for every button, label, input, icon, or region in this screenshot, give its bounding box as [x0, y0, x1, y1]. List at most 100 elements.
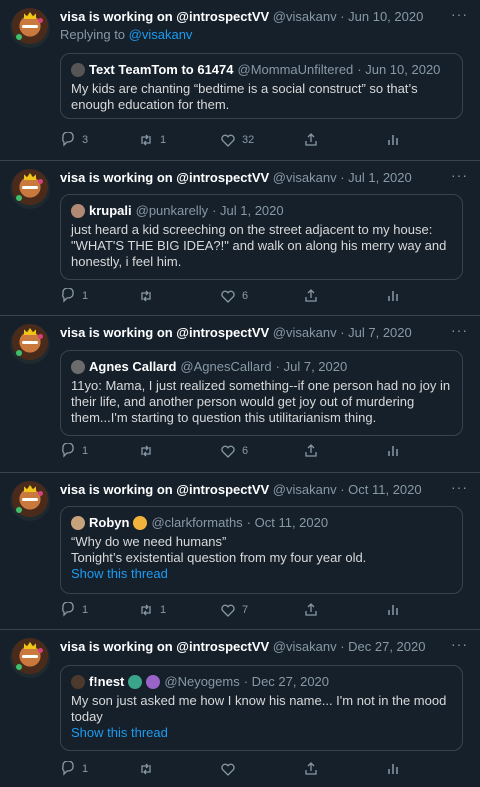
reply-button[interactable]: 1 [60, 602, 88, 618]
retweet-icon [141, 604, 151, 616]
like-count: 7 [242, 604, 249, 616]
reply-count: 1 [82, 763, 89, 775]
quoted-author-handle: @AgnesCallard [180, 359, 272, 374]
author-handle[interactable]: @visakanv [273, 9, 337, 24]
tweet-date[interactable]: · Jun 10, 2020 [340, 9, 423, 24]
like-button[interactable]: 7 [220, 602, 248, 618]
author-handle[interactable]: @visakanv [273, 639, 337, 654]
share-button[interactable] [303, 443, 319, 459]
quoted-author-name: Text TeamTom to 61474 [89, 62, 234, 77]
quoted-tweet-header: Text TeamTom to 61474 @MommaUnfiltered ·… [71, 62, 452, 77]
show-thread-link[interactable]: Show this thread [71, 725, 452, 741]
quoted-tweet[interactable]: f!nest @Neyogems · Dec 27, 2020 My son j… [60, 665, 463, 751]
quoted-text: “Why do we need humans” Tonight’s existe… [71, 534, 367, 565]
avatar[interactable] [10, 8, 50, 48]
retweet-button[interactable]: 1 [138, 132, 166, 148]
reply-count: 1 [82, 290, 89, 302]
retweet-icon [141, 445, 151, 457]
analytics-button[interactable] [385, 443, 401, 459]
reply-button[interactable]: 1 [60, 443, 88, 459]
tweet-date[interactable]: · Jul 7, 2020 [340, 325, 412, 340]
reply-button[interactable]: 3 [60, 132, 88, 148]
retweet-icon [141, 134, 151, 146]
avatar[interactable] [10, 169, 50, 209]
analytics-button[interactable] [385, 602, 401, 618]
more-icon[interactable]: ··· [451, 167, 468, 183]
reply-button[interactable]: 1 [60, 288, 88, 304]
author-name[interactable]: visa is working on @introspectVV [60, 9, 269, 24]
more-icon[interactable]: ··· [451, 636, 468, 652]
reply-icon [62, 132, 74, 147]
like-icon [221, 763, 235, 776]
author-name[interactable]: visa is working on @introspectVV [60, 325, 269, 340]
share-icon [305, 289, 317, 302]
retweet-button[interactable]: 1 [138, 602, 166, 618]
quoted-tweet[interactable]: Robyn @clarkformaths · Oct 11, 2020 “Why… [60, 506, 463, 594]
tweet[interactable]: visa is working on @introspectVV @visaka… [0, 0, 480, 160]
quoted-tweet[interactable]: Text TeamTom to 61474 @MommaUnfiltered ·… [60, 53, 463, 119]
share-button[interactable] [303, 761, 319, 777]
tweet-date[interactable]: · Dec 27, 2020 [340, 639, 425, 654]
quoted-tweet[interactable]: Agnes Callard @AgnesCallard · Jul 7, 202… [60, 350, 463, 436]
avatar[interactable] [10, 638, 50, 678]
tweet-actions: 1 6 [60, 288, 420, 308]
analytics-icon [388, 291, 398, 301]
author-handle[interactable]: @visakanv [273, 482, 337, 497]
tweet-actions: 3 1 32 [60, 132, 420, 152]
like-button[interactable]: 32 [220, 132, 254, 148]
share-button[interactable] [303, 602, 319, 618]
like-button[interactable]: 6 [220, 443, 248, 459]
more-icon[interactable]: ··· [451, 479, 468, 495]
show-thread-link[interactable]: Show this thread [71, 566, 452, 582]
quoted-tweet-header: krupali @punkarelly · Jul 1, 2020 [71, 203, 452, 218]
analytics-button[interactable] [385, 288, 401, 304]
analytics-button[interactable] [385, 761, 401, 777]
retweet-button[interactable] [138, 761, 160, 777]
quoted-author-name: krupali [89, 203, 132, 218]
quoted-text: 11yo: Mama, I just realized something--i… [71, 378, 451, 425]
quoted-avatar [71, 674, 85, 689]
avatar[interactable] [10, 481, 50, 521]
share-button[interactable] [303, 132, 319, 148]
share-icon [305, 603, 317, 616]
replying-to-handle[interactable]: @visakanv [129, 27, 193, 42]
analytics-button[interactable] [385, 132, 401, 148]
like-button[interactable] [220, 761, 242, 777]
avatar[interactable] [10, 324, 50, 364]
retweet-button[interactable] [138, 443, 160, 459]
share-button[interactable] [303, 288, 319, 304]
tweet-actions: 1 [60, 761, 420, 781]
retweet-button[interactable] [138, 288, 160, 304]
more-icon[interactable]: ··· [451, 6, 468, 22]
tweet-header: visa is working on @introspectVV @visaka… [60, 170, 470, 185]
quoted-avatar [71, 359, 85, 374]
quoted-avatar [71, 203, 85, 218]
author-name[interactable]: visa is working on @introspectVV [60, 639, 269, 654]
quoted-tweet[interactable]: krupali @punkarelly · Jul 1, 2020 just h… [60, 194, 463, 280]
author-name[interactable]: visa is working on @introspectVV [60, 170, 269, 185]
retweet-count: 1 [160, 604, 167, 616]
quoted-text: My kids are chanting “bedtime is a socia… [71, 81, 418, 112]
tweet-header: visa is working on @introspectVV @visaka… [60, 482, 470, 497]
tweet[interactable]: visa is working on @introspectVV @visaka… [0, 316, 480, 472]
tweet-actions: 1 1 7 [60, 602, 420, 622]
author-handle[interactable]: @visakanv [273, 170, 337, 185]
author-handle[interactable]: @visakanv [273, 325, 337, 340]
quoted-author-handle: @punkarelly [135, 203, 209, 218]
reply-icon [62, 288, 74, 303]
reply-icon [62, 443, 74, 458]
analytics-icon [388, 764, 398, 774]
tweet[interactable]: visa is working on @introspectVV @visaka… [0, 630, 480, 787]
quoted-author-name: Agnes Callard [89, 359, 177, 374]
like-icon [221, 134, 235, 147]
tweet[interactable]: visa is working on @introspectVV @visaka… [0, 473, 480, 629]
tweet[interactable]: visa is working on @introspectVV @visaka… [0, 161, 480, 315]
quoted-date: · Jun 10, 2020 [357, 62, 441, 77]
more-icon[interactable]: ··· [451, 322, 468, 338]
like-count: 32 [242, 134, 255, 146]
reply-button[interactable]: 1 [60, 761, 88, 777]
tweet-date[interactable]: · Jul 1, 2020 [340, 170, 412, 185]
tweet-date[interactable]: · Oct 11, 2020 [340, 482, 421, 497]
like-button[interactable]: 6 [220, 288, 248, 304]
author-name[interactable]: visa is working on @introspectVV [60, 482, 269, 497]
